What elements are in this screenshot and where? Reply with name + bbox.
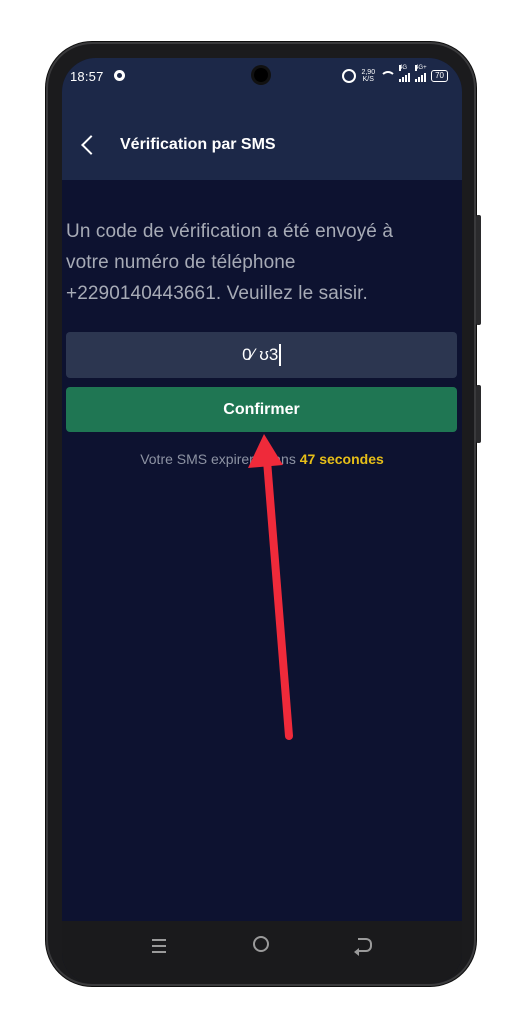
network-speed-unit: K/S [362, 76, 374, 83]
network-type-2: 4G+ [415, 64, 427, 71]
system-nav-bar [62, 921, 462, 983]
confirm-button[interactable]: Confirmer [66, 387, 457, 432]
network-speed-value: 2,90 [361, 69, 376, 76]
signal-icon-1: 4G [399, 64, 411, 82]
phone-screen: 18:57 2,90 K/S 4G 4G+ 70 Vérification pa… [62, 58, 462, 983]
network-speed: 2,90 K/S [361, 69, 375, 83]
home-icon[interactable] [253, 936, 269, 952]
chevron-left-icon[interactable] [81, 135, 101, 155]
signal-icon-2: 4G+ [415, 64, 427, 82]
volume-button [476, 215, 481, 325]
instruction-text: Un code de vérification a été envoyé à v… [66, 221, 394, 304]
status-bar: 18:57 2,90 K/S 4G 4G+ 70 [62, 58, 462, 98]
expiry-countdown: 47 secondes [299, 451, 384, 467]
app-header: Vérification par SMS [62, 98, 462, 180]
wifi-icon [380, 71, 397, 81]
whatsapp-icon [114, 70, 125, 81]
battery-icon: 70 [431, 70, 448, 82]
verification-code-input[interactable]: 0⁄ ʊ3 [66, 332, 457, 378]
expiry-message: Votre SMS expirera dans 47 secondes [62, 451, 462, 467]
front-camera [254, 68, 268, 82]
code-value: 0⁄ ʊ3 [242, 345, 279, 364]
back-icon[interactable] [354, 938, 372, 956]
alarm-icon [342, 69, 357, 83]
menu-icon[interactable] [152, 939, 166, 957]
status-time: 18:57 [70, 69, 104, 84]
power-button [476, 385, 481, 443]
page-title: Vérification par SMS [120, 136, 276, 153]
network-type-1: 4G [399, 64, 408, 71]
expiry-prefix: Votre SMS expirera dans [140, 451, 300, 467]
status-icons: 2,90 K/S 4G 4G+ 70 [342, 64, 448, 83]
text-caret [279, 344, 281, 366]
